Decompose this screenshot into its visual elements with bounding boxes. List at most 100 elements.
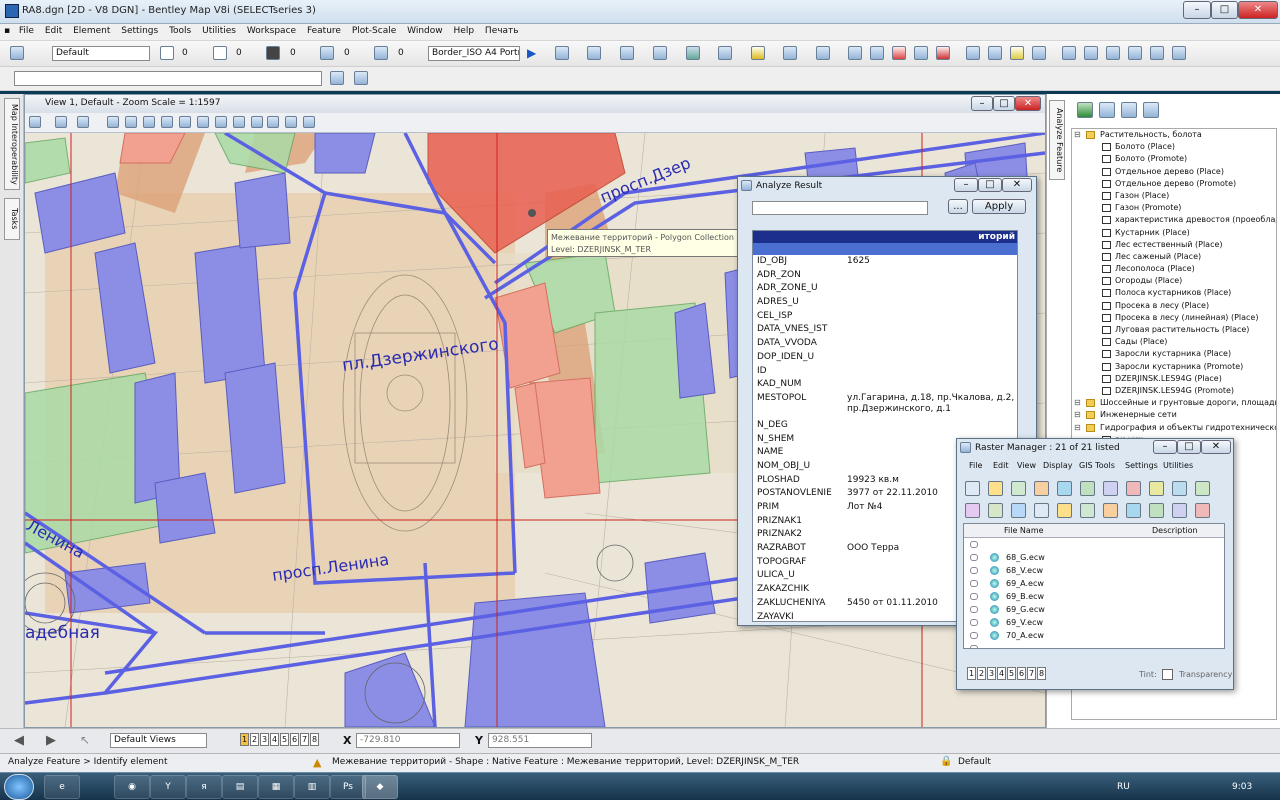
menu-plot-scale[interactable]: Plot-Scale (348, 24, 400, 36)
menu-print[interactable]: Печать (481, 24, 523, 36)
analyze-close-button[interactable]: ✕ (1002, 178, 1032, 192)
analyze-restore-button[interactable]: □ (978, 178, 1002, 192)
bentley-map-icon[interactable]: ◆ (362, 775, 398, 799)
tree-item[interactable]: ⊟ Гидрография и объекты гидротехнического (1072, 422, 1276, 434)
raster-file-row[interactable]: 69_A.ecw (964, 577, 1224, 590)
view-attributes-icon[interactable] (29, 116, 41, 128)
raster-file-row[interactable] (964, 538, 1224, 551)
raster-menu-utilities[interactable]: Utilities (1163, 461, 1193, 470)
tool-icon[interactable] (354, 71, 368, 85)
analyze-feature-combo[interactable] (752, 201, 928, 215)
tree-item[interactable]: Сады (Place) (1072, 336, 1276, 348)
raster-file-row[interactable] (964, 642, 1224, 648)
raster-menu-display[interactable]: Display (1043, 461, 1073, 470)
tool-icon[interactable] (718, 46, 732, 60)
tool-icon[interactable] (988, 46, 1002, 60)
view-previous-icon[interactable] (233, 116, 245, 128)
yandex-app-icon[interactable]: я (186, 775, 222, 799)
view-minimize-button[interactable]: – (971, 96, 993, 111)
tree-item[interactable]: Лесополоса (Place) (1072, 263, 1276, 275)
view-page-6[interactable]: 6 (290, 733, 299, 746)
minimize-button[interactable]: – (1183, 1, 1211, 19)
priority-icon[interactable] (374, 46, 388, 60)
tool-icon[interactable] (1084, 46, 1098, 60)
view-next-icon[interactable] (251, 116, 263, 128)
raster-tool-icon[interactable] (1195, 481, 1210, 496)
attribute-row[interactable]: ID_OBJ 1625 (753, 255, 1017, 269)
tree-item[interactable]: Огороды (Place) (1072, 275, 1276, 287)
views-combo[interactable]: Default Views (110, 733, 207, 748)
raster-tool-icon[interactable] (1126, 481, 1141, 496)
expand-icon[interactable]: ⊟ (1074, 397, 1081, 409)
raster-menu-gis-tools[interactable]: GIS Tools (1079, 461, 1115, 470)
tool-icon[interactable] (330, 71, 344, 85)
raster-tool-icon[interactable] (965, 481, 980, 496)
tab-map-interoperability[interactable]: Map Interoperability (4, 98, 20, 190)
raster-tool-icon[interactable] (1103, 503, 1118, 518)
copy-view-icon[interactable] (267, 116, 279, 128)
back-icon[interactable]: ◀ (14, 733, 24, 748)
command-input[interactable] (14, 71, 322, 86)
tool-icon[interactable] (653, 46, 667, 60)
lock-icon[interactable]: 🔒 (940, 756, 952, 767)
tool-icon[interactable] (1010, 46, 1024, 60)
view-page-4[interactable]: 4 (270, 733, 279, 746)
tree-item[interactable]: Полоса кустарников (Place) (1072, 287, 1276, 299)
color-icon[interactable] (160, 46, 174, 60)
tool-icon[interactable] (1106, 46, 1120, 60)
raster-tool-icon[interactable] (1126, 503, 1141, 518)
level-manager-icon[interactable] (10, 46, 24, 60)
raster-tool-icon[interactable] (1149, 481, 1164, 496)
raster-page-7[interactable]: 7 (1027, 667, 1036, 680)
tree-item[interactable]: Болото (Promote) (1072, 153, 1276, 165)
tree-item[interactable]: DZERJINSK.LES94G (Place) (1072, 373, 1276, 385)
attribute-row[interactable]: ADR_ZON (753, 269, 1017, 283)
col-description[interactable]: Description (1152, 524, 1198, 538)
tree-item[interactable]: характеристика древостоя (проеобладающ (1072, 214, 1276, 226)
tool-icon[interactable] (555, 46, 569, 60)
view-close-button[interactable]: ✕ (1015, 96, 1041, 111)
menu-edit[interactable]: Edit (41, 24, 66, 36)
tool-icon[interactable] (1150, 46, 1164, 60)
attribute-row[interactable]: N_DEG (753, 419, 1017, 433)
view-page-5[interactable]: 5 (280, 733, 289, 746)
yandex-icon[interactable]: Y (150, 775, 186, 799)
menu-settings[interactable]: Settings (117, 24, 162, 36)
raster-page-4[interactable]: 4 (997, 667, 1006, 680)
attribute-row[interactable]: ADR_ZONE_U (753, 282, 1017, 296)
pen-icon[interactable] (1077, 102, 1093, 118)
raster-tool-icon[interactable] (1034, 481, 1049, 496)
raster-minimize-button[interactable]: – (1153, 440, 1177, 454)
attribute-row[interactable]: KAD_NUM (753, 378, 1017, 392)
menu-tools[interactable]: Tools (165, 24, 195, 36)
tree-item[interactable]: ⊟ Растительность, болота (1072, 129, 1276, 141)
tree-item[interactable]: Лес естественный (Place) (1072, 239, 1276, 251)
expand-icon[interactable]: ⊟ (1074, 409, 1081, 421)
language-indicator[interactable]: RU (1117, 782, 1130, 792)
menu-workspace[interactable]: Workspace (243, 24, 300, 36)
maximize-button[interactable]: □ (1211, 1, 1238, 19)
tab-analyze-feature[interactable]: Analyze Feature (1049, 100, 1065, 180)
browse-button[interactable]: ... (948, 199, 968, 214)
keyboard-icon[interactable] (1099, 102, 1115, 118)
tool-icon[interactable] (587, 46, 601, 60)
tool-icon[interactable] (1128, 46, 1142, 60)
firefox-icon[interactable]: ◉ (114, 775, 150, 799)
menu-element[interactable]: Element (69, 24, 114, 36)
tree-item[interactable]: Отдельное дерево (Place) (1072, 166, 1276, 178)
tool-icon[interactable] (936, 46, 950, 60)
tree-item[interactable]: Заросли кустарника (Place) (1072, 348, 1276, 360)
tool-icon[interactable] (870, 46, 884, 60)
transparency-icon[interactable] (320, 46, 334, 60)
raster-file-row[interactable]: 69_V.ecw (964, 616, 1224, 629)
raster-page-2[interactable]: 2 (977, 667, 986, 680)
tool-icon[interactable] (1172, 46, 1186, 60)
tree-item[interactable]: Газон (Place) (1072, 190, 1276, 202)
raster-menu-file[interactable]: File (969, 461, 982, 470)
photoshop-icon[interactable]: Ps (330, 775, 366, 799)
tool-icon[interactable] (892, 46, 906, 60)
transparency-checkbox[interactable] (1162, 669, 1173, 680)
menu-utilities[interactable]: Utilities (198, 24, 240, 36)
tree-item[interactable]: Луговая растительность (Place) (1072, 324, 1276, 336)
fit-view-icon[interactable] (179, 116, 191, 128)
